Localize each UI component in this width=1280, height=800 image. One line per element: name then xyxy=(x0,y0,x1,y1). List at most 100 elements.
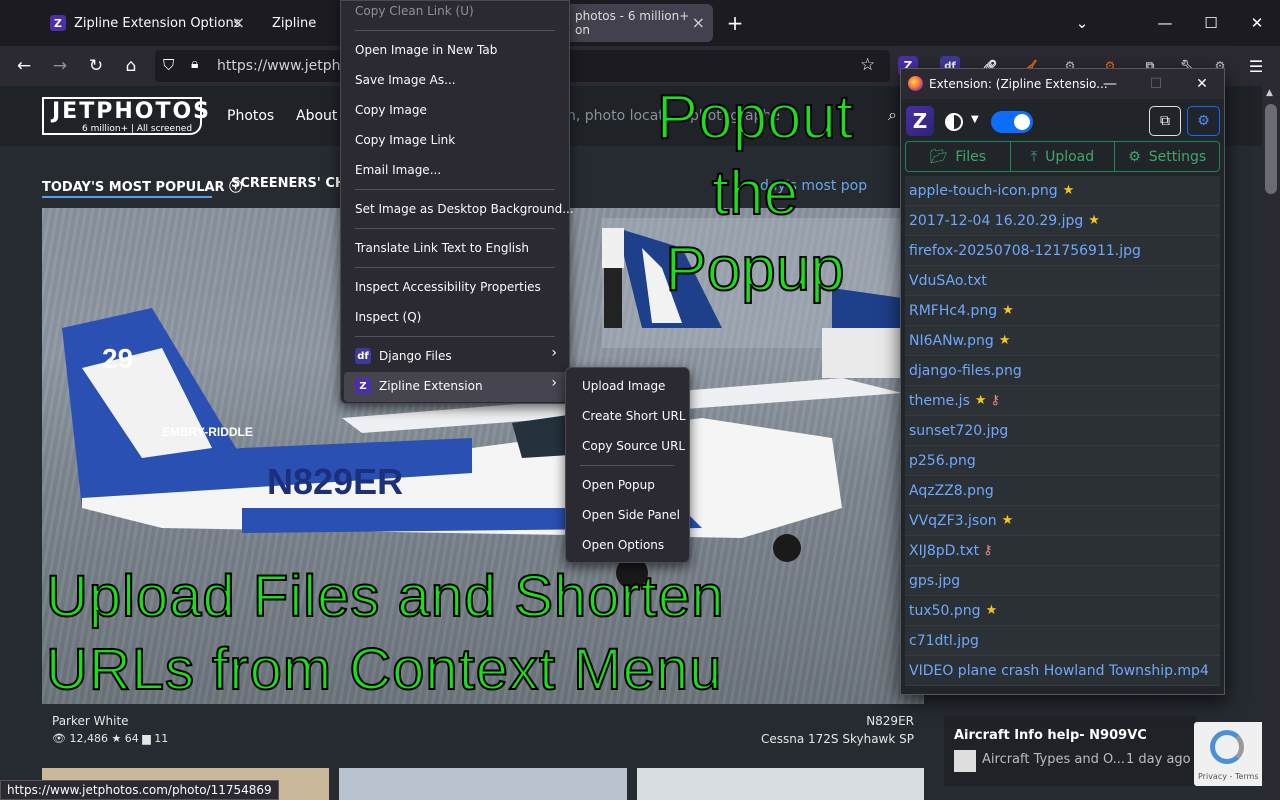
theme-contrast-icon[interactable] xyxy=(945,113,963,131)
file-name[interactable]: VduSAo.txt xyxy=(909,273,987,289)
menu-email-image[interactable]: Email Image... xyxy=(355,163,441,177)
url-text[interactable]: https://www.jetphot xyxy=(217,58,355,74)
file-name[interactable]: VIDEO plane crash Howland Township.mp4 xyxy=(909,663,1209,679)
menu-copy-clean-link[interactable]: Copy Clean Link (U) xyxy=(355,4,474,18)
file-name[interactable]: firefox-20250708-121756911.jpg xyxy=(909,243,1141,259)
zipline-logo[interactable]: Z xyxy=(906,106,934,136)
menu-save-image-as[interactable]: Save Image As... xyxy=(355,73,456,87)
bookmark-star-icon[interactable]: ☆ xyxy=(860,55,875,75)
scrollbar-thumb[interactable] xyxy=(1265,104,1277,194)
submenu-upload-image[interactable]: Upload Image xyxy=(582,379,665,393)
options-button[interactable]: ⚙ xyxy=(1187,106,1220,136)
popup-minimize-button[interactable]: — xyxy=(1099,74,1121,94)
maximize-button[interactable]: ☐ xyxy=(1196,8,1226,38)
list-tabs-button[interactable]: ⌄ xyxy=(1067,8,1097,38)
file-row[interactable]: NI6ANw.png ★ xyxy=(905,326,1220,356)
enable-toggle[interactable] xyxy=(991,111,1033,133)
file-row[interactable]: VduSAo.txt xyxy=(905,266,1220,296)
aircraft-type[interactable]: Cessna 172S Skyhawk SP xyxy=(761,732,914,746)
forward-button[interactable]: → xyxy=(46,52,74,80)
popup-maximize-button[interactable]: ☐ xyxy=(1145,74,1167,94)
scroll-up-icon[interactable]: ▲ xyxy=(1266,88,1273,98)
menu-zipline-extension[interactable]: Zipline Extension xyxy=(379,379,483,393)
file-row[interactable]: tux50.png ★ xyxy=(905,596,1220,626)
submenu-open-options[interactable]: Open Options xyxy=(582,538,664,552)
photographer-name[interactable]: Parker White xyxy=(52,714,129,728)
menu-open-image-new-tab[interactable]: Open Image in New Tab xyxy=(355,43,497,57)
file-row[interactable]: theme.js ★ ⚷ xyxy=(905,386,1220,416)
file-row[interactable]: gps.jpg xyxy=(905,566,1220,596)
close-icon[interactable]: × xyxy=(692,13,705,32)
file-row[interactable]: c71dtl.jpg xyxy=(905,626,1220,656)
popout-button[interactable]: ⧉ xyxy=(1149,106,1181,136)
file-name[interactable]: gps.jpg xyxy=(909,573,960,589)
file-name[interactable]: 2017-12-04 16.20.29.jpg xyxy=(909,213,1083,229)
menu-inspect[interactable]: Inspect (Q) xyxy=(355,310,421,324)
submenu-open-side-panel[interactable]: Open Side Panel xyxy=(582,508,680,522)
search-icon[interactable]: ⌕ xyxy=(888,105,897,125)
caret-down-icon[interactable]: ▼ xyxy=(971,114,979,125)
file-name[interactable]: apple-touch-icon.png xyxy=(909,183,1058,199)
menu-translate-link[interactable]: Translate Link Text to English xyxy=(355,241,529,255)
menu-set-desktop-background[interactable]: Set Image as Desktop Background... xyxy=(355,202,574,216)
file-row[interactable]: VIDEO plane crash Howland Township.mp4 xyxy=(905,656,1220,686)
file-name[interactable]: c71dtl.jpg xyxy=(909,633,979,649)
file-row[interactable]: sunset720.jpg xyxy=(905,416,1220,446)
file-name[interactable]: VVqZF3.json xyxy=(909,513,997,529)
forum-item[interactable]: Aircraft Info help- N909VC Aircraft Type… xyxy=(944,716,1196,786)
menu-copy-image-link[interactable]: Copy Image Link xyxy=(355,133,455,147)
file-name[interactable]: RMFHc4.png xyxy=(909,303,997,319)
forum-title[interactable]: Aircraft Info help- N909VC xyxy=(954,728,1147,743)
file-name[interactable]: django-files.png xyxy=(909,363,1022,379)
submenu-open-popup[interactable]: Open Popup xyxy=(582,478,655,492)
file-row[interactable]: p256.png xyxy=(905,446,1220,476)
nav-photos[interactable]: Photos xyxy=(227,108,274,124)
file-row[interactable]: RMFHc4.png ★ xyxy=(905,296,1220,326)
menu-inspect-accessibility[interactable]: Inspect Accessibility Properties xyxy=(355,280,541,294)
shield-icon[interactable]: ⛉ xyxy=(163,56,174,74)
file-name[interactable]: p256.png xyxy=(909,453,976,469)
file-row[interactable]: firefox-20250708-121756911.jpg xyxy=(905,236,1220,266)
file-name[interactable]: XIJ8pD.txt xyxy=(909,543,979,559)
nav-about[interactable]: About xyxy=(296,108,337,124)
minimize-button[interactable]: — xyxy=(1150,8,1180,38)
recaptcha-badge[interactable]: Privacy - Terms xyxy=(1194,722,1262,786)
file-name[interactable]: AqzZZ8.png xyxy=(909,483,994,499)
file-row[interactable]: apple-touch-icon.png ★ xyxy=(905,176,1220,206)
registration[interactable]: N829ER xyxy=(866,714,914,728)
recaptcha-text[interactable]: Privacy - Terms xyxy=(1198,772,1259,781)
lock-icon[interactable]: 🔒︎ xyxy=(191,56,198,72)
new-tab-button[interactable]: + xyxy=(720,8,750,38)
tab-settings[interactable]: ⚙ Settings xyxy=(1115,142,1219,171)
file-row[interactable]: 2017-12-04 16.20.29.jpg ★ xyxy=(905,206,1220,236)
tab-files[interactable]: 📂︎ Files xyxy=(906,142,1011,171)
submenu-copy-source-url[interactable]: Copy Source URL xyxy=(582,439,685,453)
tab-jetphotos[interactable]: photos - 6 million+ on × xyxy=(565,4,713,42)
file-row[interactable]: VVqZF3.json ★ xyxy=(905,506,1220,536)
popup-close-button[interactable]: ✕ xyxy=(1191,74,1213,94)
file-row[interactable]: django-files.png xyxy=(905,356,1220,386)
file-row[interactable]: XIJ8pD.txt ⚷ xyxy=(905,536,1220,566)
forum-subtitle[interactable]: Aircraft Types and O... xyxy=(982,752,1125,767)
menu-django-files[interactable]: Django Files xyxy=(379,349,452,363)
tab-zipline[interactable]: Zipline xyxy=(262,4,342,42)
tab-screeners-choice[interactable]: SCREENERS' CHO xyxy=(231,176,357,191)
tab-todays-most-popular[interactable]: TODAY'S MOST POPULAR ⓘ xyxy=(42,176,242,195)
file-name[interactable]: theme.js xyxy=(909,393,970,409)
thumbnail[interactable] xyxy=(339,768,627,800)
back-button[interactable]: ← xyxy=(10,52,38,80)
home-button[interactable]: ⌂ xyxy=(117,52,145,80)
reload-button[interactable]: ↻ xyxy=(82,52,110,80)
close-window-button[interactable]: ✕ xyxy=(1242,8,1272,38)
file-name[interactable]: sunset720.jpg xyxy=(909,423,1008,439)
close-icon[interactable]: × xyxy=(232,13,245,32)
tab-upload[interactable]: ⤒ Upload xyxy=(1011,142,1116,171)
thumbnail[interactable] xyxy=(637,768,924,800)
submenu-create-short-url[interactable]: Create Short URL xyxy=(582,409,686,423)
menu-icon[interactable]: ☰ xyxy=(1246,56,1266,76)
file-name[interactable]: NI6ANw.png xyxy=(909,333,994,349)
tab-zipline-options[interactable]: Z Zipline Extension Options × xyxy=(40,4,255,42)
menu-copy-image[interactable]: Copy Image xyxy=(355,103,427,117)
file-row[interactable]: AqzZZ8.png xyxy=(905,476,1220,506)
file-name[interactable]: tux50.png xyxy=(909,603,981,619)
